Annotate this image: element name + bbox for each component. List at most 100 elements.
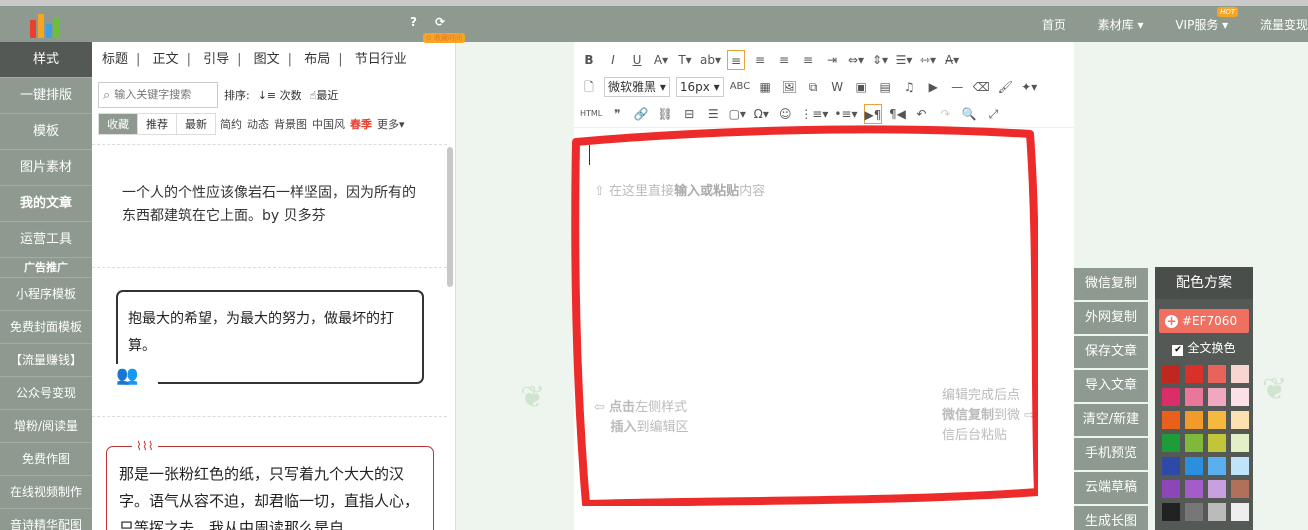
paragraph-mark-icon[interactable]: ▶¶: [863, 103, 883, 124]
find-replace-icon[interactable]: 🔍: [960, 104, 978, 124]
color-swatch[interactable]: [1231, 434, 1249, 452]
align-center-icon[interactable]: ≡: [751, 50, 769, 70]
new-document-icon[interactable]: 🗋: [580, 77, 598, 97]
filter-tag-more[interactable]: 更多▾: [377, 116, 405, 132]
strikethrough-icon[interactable]: ABC: [730, 77, 751, 97]
color-swatch[interactable]: [1162, 411, 1180, 429]
sidebar-item-online-video[interactable]: 在线视频制作: [0, 476, 92, 509]
style-panel-scrollbar[interactable]: [447, 147, 453, 287]
sort-by-favorite-time[interactable]: ⊙ 收藏时间: [422, 33, 465, 43]
color-swatch[interactable]: [1231, 411, 1249, 429]
quote-icon[interactable]: ❞: [608, 104, 626, 124]
background-color-icon[interactable]: ab▾: [700, 50, 721, 70]
color-swatch[interactable]: [1185, 480, 1203, 498]
logo-icon[interactable]: [28, 10, 66, 40]
full-text-recolor-toggle[interactable]: ✔ 全文换色: [1155, 337, 1253, 359]
sidebar-item-my-articles[interactable]: 我的文章: [0, 186, 92, 222]
color-swatch[interactable]: [1208, 411, 1226, 429]
sidebar-item-operation-tools[interactable]: 运营工具: [0, 222, 92, 258]
unordered-list-icon[interactable]: •≡▾: [834, 104, 857, 124]
sidebar-item-style[interactable]: 样式: [0, 42, 92, 78]
color-swatch[interactable]: [1208, 365, 1226, 383]
sort-by-count[interactable]: ↓≡ 次数: [258, 87, 302, 103]
text-style-icon[interactable]: T▾: [676, 50, 694, 70]
ordered-list-icon[interactable]: ⋮≡▾: [800, 104, 828, 124]
checkbox-icon[interactable]: ✔: [1172, 345, 1184, 356]
tab-festival-industry[interactable]: 节日行业: [355, 52, 407, 67]
color-swatch[interactable]: [1185, 434, 1203, 452]
sidebar-item-one-click-layout[interactable]: 一键排版: [0, 78, 92, 114]
current-color-picker[interactable]: + #EF7060: [1159, 309, 1249, 333]
style-card-bordered[interactable]: 抱最大的希望，为最大的努力，做最坏的打算。: [116, 290, 424, 384]
external-copy-button[interactable]: 外网复制: [1074, 302, 1148, 334]
align-right-icon[interactable]: ≡: [775, 50, 793, 70]
filter-tag-background[interactable]: 背景图: [274, 116, 307, 132]
refresh-icon[interactable]: ⟳: [435, 15, 445, 29]
html-source-icon[interactable]: HTML: [580, 104, 602, 124]
tab-layout[interactable]: 布局: [304, 52, 330, 67]
sidebar-item-image-material[interactable]: 图片素材: [0, 150, 92, 186]
color-swatch[interactable]: [1185, 388, 1203, 406]
style-card-quote[interactable]: 一个人的个性应该像岩石一样坚固，因为所有的东西都建筑在它上面。by 贝多芬: [122, 182, 422, 228]
filter-tab-favorites[interactable]: 收藏: [98, 113, 138, 135]
sidebar-item-miniprogram-template[interactable]: 小程序模板: [0, 278, 92, 311]
insert-frame-icon[interactable]: ▢▾: [728, 104, 746, 124]
color-swatch[interactable]: [1185, 503, 1203, 521]
sidebar-item-account-monetize[interactable]: 公众号变现: [0, 377, 92, 410]
color-swatch[interactable]: [1231, 457, 1249, 475]
margin-icon[interactable]: ⇿▾: [919, 50, 937, 70]
wechat-copy-button[interactable]: 微信复制: [1074, 268, 1148, 300]
color-swatch[interactable]: [1231, 365, 1249, 383]
nav-home[interactable]: 首页: [1042, 16, 1066, 33]
image-gallery-icon[interactable]: ▤: [876, 77, 894, 97]
magic-wand-icon[interactable]: ✦▾: [1020, 77, 1038, 97]
sidebar-item-followers-reads[interactable]: 增粉/阅读量: [0, 410, 92, 443]
horizontal-rule-icon[interactable]: —: [948, 77, 966, 97]
color-swatch[interactable]: [1162, 503, 1180, 521]
table-icon[interactable]: ▦: [756, 77, 774, 97]
cloud-draft-button[interactable]: 云端草稿: [1074, 472, 1148, 504]
color-swatch[interactable]: [1185, 411, 1203, 429]
color-swatch[interactable]: [1208, 434, 1226, 452]
insert-line-icon[interactable]: ⊟: [680, 104, 698, 124]
image-icon[interactable]: 🖼: [780, 77, 798, 97]
filter-tab-newest[interactable]: 最新: [176, 113, 216, 135]
unlink-icon[interactable]: ⛓: [656, 104, 674, 124]
color-swatch[interactable]: [1208, 503, 1226, 521]
color-swatch[interactable]: [1162, 480, 1180, 498]
indent-icon[interactable]: ⇥: [823, 50, 841, 70]
search-input[interactable]: [114, 89, 205, 101]
generate-long-image-button[interactable]: 生成长图: [1074, 506, 1148, 530]
color-swatch[interactable]: [1162, 365, 1180, 383]
font-color-icon[interactable]: A▾: [652, 50, 670, 70]
import-article-button[interactable]: 导入文章: [1074, 370, 1148, 402]
clear-format-icon[interactable]: A̶▾: [943, 50, 961, 70]
color-swatch[interactable]: [1162, 457, 1180, 475]
tab-body[interactable]: 正文: [153, 52, 179, 67]
sidebar-item-free-drawing[interactable]: 免费作图: [0, 443, 92, 476]
fullscreen-icon[interactable]: ⤢: [984, 104, 1002, 124]
paragraph-spacing-icon[interactable]: ☰▾: [895, 50, 913, 70]
sidebar-item-free-cover-template[interactable]: 免费封面模板: [0, 311, 92, 344]
filter-tag-dynamic[interactable]: 动态: [247, 116, 269, 132]
line-height-icon[interactable]: ⇕▾: [871, 50, 889, 70]
sidebar-item-poem-images[interactable]: 音诗精华配图: [0, 509, 92, 530]
filter-tab-recommended[interactable]: 推荐: [137, 113, 177, 135]
insert-picture-icon[interactable]: ▣: [852, 77, 870, 97]
underline-icon[interactable]: U: [628, 50, 646, 70]
color-swatch[interactable]: [1208, 388, 1226, 406]
align-justify-icon[interactable]: ≡: [799, 50, 817, 70]
nav-material-library[interactable]: 素材库 ▾: [1098, 16, 1144, 33]
italic-icon[interactable]: I: [604, 50, 622, 70]
search-field[interactable]: ⌕: [98, 82, 218, 108]
bold-icon[interactable]: B: [580, 50, 598, 70]
mobile-preview-button[interactable]: 手机预览: [1074, 438, 1148, 470]
undo-icon[interactable]: ↶: [912, 104, 930, 124]
color-swatch[interactable]: [1208, 480, 1226, 498]
eraser-icon[interactable]: ⌫: [972, 77, 990, 97]
paragraph-format-icon[interactable]: ☰: [704, 104, 722, 124]
emoji-icon[interactable]: ☺: [776, 104, 794, 124]
format-brush-icon[interactable]: 🖌: [996, 77, 1014, 97]
link-icon[interactable]: 🔗: [632, 104, 650, 124]
redo-icon[interactable]: ↷: [936, 104, 954, 124]
